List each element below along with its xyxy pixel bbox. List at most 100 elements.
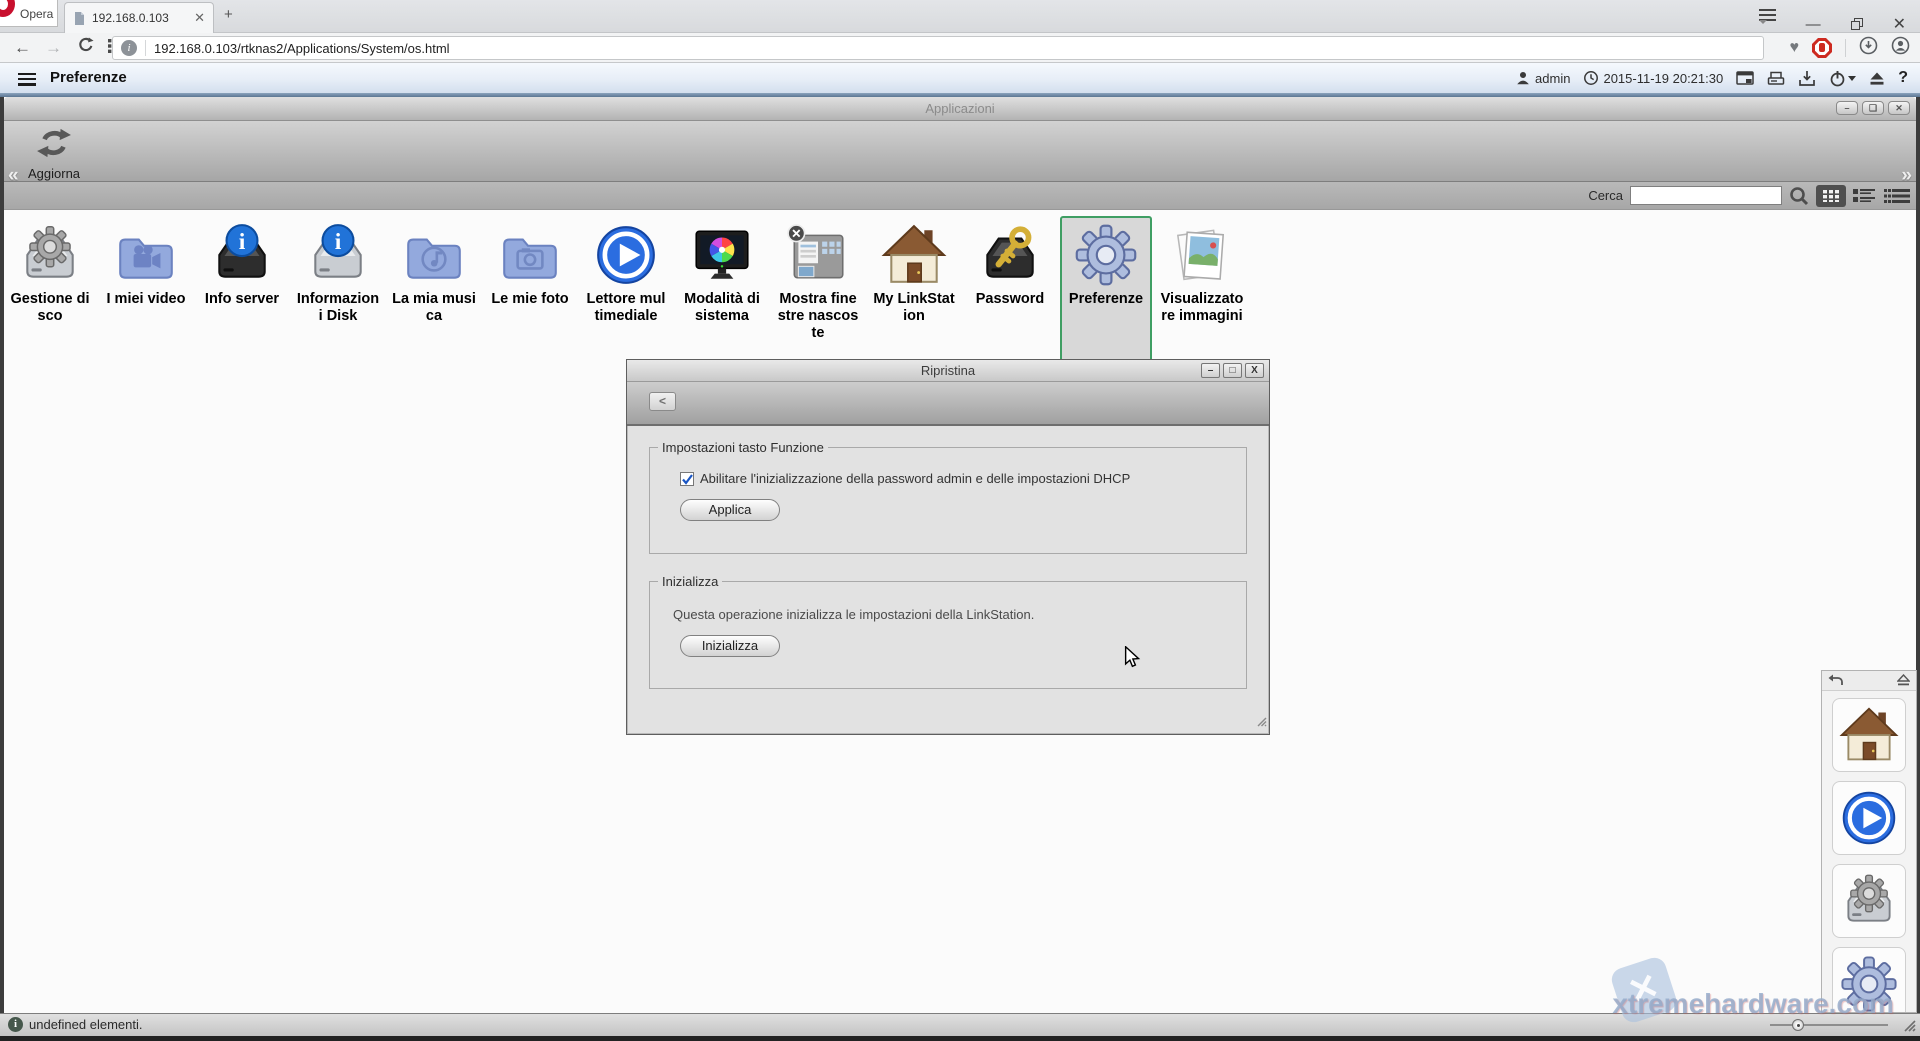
search-label: Cerca: [1588, 188, 1623, 203]
dock-back-icon[interactable]: [1828, 674, 1843, 692]
dock-media-player[interactable]: [1832, 781, 1906, 855]
url-text: 192.168.0.103/rtknas2/Applications/Syste…: [154, 41, 450, 56]
applications-titlebar[interactable]: Applicazioni – ❏ ✕: [4, 97, 1916, 121]
watermark-text: xtremehardware.com: [1612, 988, 1894, 1020]
dock-pin-icon[interactable]: [1897, 674, 1910, 692]
checkbox-label: Abilitare l'inizializzazione della passw…: [700, 471, 1130, 486]
dock-disk-manager[interactable]: [1832, 864, 1906, 938]
applications-title: Applicazioni: [4, 97, 1916, 121]
eject-icon[interactable]: [1869, 71, 1885, 86]
app-label: Preferenze: [1062, 291, 1150, 308]
refresh-button[interactable]: Aggiorna: [28, 127, 80, 181]
dialog-maximize-button[interactable]: □: [1223, 363, 1242, 378]
app-image-viewer[interactable]: Visualizzato re immagini: [1156, 216, 1248, 366]
app-label: Gestione di sco: [6, 291, 94, 325]
search-icon[interactable]: [1789, 186, 1809, 206]
dialog-titlebar[interactable]: Ripristina – □ X: [627, 360, 1269, 382]
app-password-key[interactable]: Password: [964, 216, 1056, 366]
logged-user[interactable]: admin: [1515, 70, 1570, 86]
zoom-slider-knob[interactable]: [1792, 1019, 1804, 1031]
window-close-button[interactable]: ✕: [1893, 14, 1906, 34]
nas-device-icon[interactable]: [1767, 70, 1785, 86]
dhcp-init-checkbox[interactable]: [680, 472, 694, 486]
nas-menu-icon[interactable]: [18, 70, 36, 88]
app-system-mode[interactable]: Modalità di sistema: [676, 216, 768, 366]
bookmark-heart-icon[interactable]: ♥: [1790, 39, 1800, 57]
adblock-icon[interactable]: [1812, 38, 1832, 58]
initialize-button[interactable]: Inizializza: [680, 635, 780, 657]
browser-tab[interactable]: 192.168.0.103 ✕: [64, 2, 214, 33]
dialog-back-button[interactable]: <: [649, 392, 676, 411]
window-restore-button[interactable]: [1851, 18, 1863, 30]
opera-menu-button[interactable]: Opera: [0, 0, 58, 27]
app-media-player[interactable]: Lettore mul timediale: [580, 216, 672, 366]
dialog-resize-grip[interactable]: [1255, 714, 1267, 732]
power-menu-icon[interactable]: [1829, 70, 1856, 87]
app-hidden-windows[interactable]: Mostra fine stre nascos te: [772, 216, 864, 366]
dock-tiles: [1822, 691, 1916, 1013]
zoom-slider[interactable]: [1770, 1024, 1888, 1026]
home-icon: [881, 222, 947, 288]
app-close-button[interactable]: ✕: [1888, 101, 1910, 115]
app-label: I miei video: [102, 291, 190, 308]
page-icon: [73, 11, 86, 26]
reload-icon[interactable]: [78, 37, 94, 58]
system-mode-icon: [689, 222, 755, 288]
remote-window-icon[interactable]: [1736, 70, 1754, 86]
password-key-icon: [977, 222, 1043, 288]
app-minimize-button[interactable]: –: [1836, 101, 1858, 115]
app-label: Modalità di sistema: [678, 291, 766, 325]
app-folder-photo[interactable]: Le mie foto: [484, 216, 576, 366]
app-maximize-button[interactable]: ❏: [1862, 101, 1884, 115]
refresh-icon: [35, 127, 73, 159]
app-grid: Gestione di scoI miei videoiInfo serveri…: [4, 210, 1916, 366]
profile-icon[interactable]: [1891, 36, 1910, 60]
site-info-icon[interactable]: i: [121, 40, 137, 56]
new-tab-button[interactable]: +: [224, 6, 233, 23]
svg-text:i: i: [335, 229, 342, 255]
search-input[interactable]: [1630, 186, 1782, 205]
apply-button[interactable]: Applica: [680, 499, 780, 521]
checkmark-icon: [681, 473, 694, 486]
dialog-minimize-button[interactable]: –: [1201, 363, 1220, 378]
function-key-fieldset: Impostazioni tasto Funzione Abilitare l'…: [649, 440, 1247, 554]
app-home[interactable]: My LinkStat ion: [868, 216, 960, 366]
app-label: Le mie foto: [486, 291, 574, 308]
window-minimize-button[interactable]: —: [1806, 16, 1821, 33]
detail-view-button[interactable]: [1884, 189, 1910, 203]
page-title: Preferenze: [50, 69, 127, 86]
help-icon[interactable]: ?: [1898, 69, 1908, 87]
system-clock: 2015-11-19 20:21:30: [1583, 70, 1723, 86]
list-view-button[interactable]: [1853, 188, 1877, 204]
app-disk-info[interactable]: i Informazion i Disk: [292, 216, 384, 366]
app-server-info[interactable]: iInfo server: [196, 216, 288, 366]
dialog-toolbar: <: [627, 382, 1269, 426]
dock-my-linkstation[interactable]: [1832, 698, 1906, 772]
app-folder-video[interactable]: I miei video: [100, 216, 192, 366]
mouse-cursor: [1124, 646, 1143, 673]
disk-gear-icon: [17, 222, 83, 288]
app-label: Informazion i Disk: [294, 291, 382, 325]
app-folder-music[interactable]: La mia musi ca: [388, 216, 480, 366]
downloads-icon[interactable]: [1859, 36, 1878, 60]
image-viewer-icon: [1169, 222, 1235, 288]
window-resize-grip[interactable]: [1901, 1017, 1916, 1037]
folder-music-icon: [401, 222, 467, 288]
dock-panel: [1821, 670, 1917, 1013]
window-bottom-edge: [0, 1036, 1920, 1041]
app-gear[interactable]: Preferenze: [1060, 216, 1152, 366]
browser-address-bar: ← → i 192.168.0.103/rtknas2/Applications…: [0, 33, 1920, 63]
back-button[interactable]: ←: [14, 38, 31, 58]
download-tray-icon[interactable]: [1798, 70, 1816, 87]
dock-header: [1822, 671, 1916, 691]
grid-view-button[interactable]: [1816, 185, 1846, 207]
opera-menu-label: Opera: [20, 7, 53, 21]
initialize-description: Questa operazione inizializza le imposta…: [673, 607, 1246, 622]
app-disk-gear[interactable]: Gestione di sco: [4, 216, 96, 366]
fieldset2-legend: Inizializza: [658, 574, 722, 589]
app-label: Visualizzato re immagini: [1158, 291, 1246, 325]
url-field[interactable]: i 192.168.0.103/rtknas2/Applications/Sys…: [112, 36, 1764, 60]
tab-close-icon[interactable]: ✕: [194, 10, 205, 26]
dialog-close-button[interactable]: X: [1245, 363, 1264, 378]
server-info-icon: i: [209, 222, 275, 288]
